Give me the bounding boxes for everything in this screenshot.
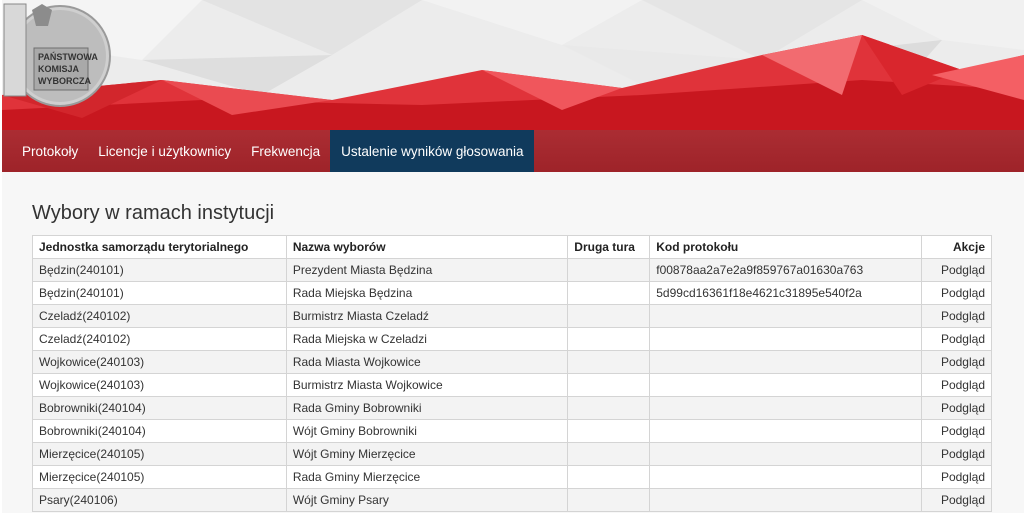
cell-unit: Będzin(240101) bbox=[32, 281, 287, 305]
cell-actions: Podgląd bbox=[921, 304, 992, 328]
preview-link[interactable]: Podgląd bbox=[941, 355, 985, 369]
elections-table: Jednostka samorządu terytorialnego Nazwa… bbox=[32, 235, 992, 512]
cell-election-name: Wójt Gminy Mierzęcice bbox=[285, 442, 569, 466]
preview-link[interactable]: Podgląd bbox=[941, 447, 985, 461]
banner-background bbox=[2, 0, 1024, 130]
cell-election-name: Prezydent Miasta Będzina bbox=[285, 258, 569, 282]
header-unit: Jednostka samorządu terytorialnego bbox=[32, 235, 287, 259]
header-second-round: Druga tura bbox=[567, 235, 651, 259]
table-row: Bobrowniki(240104) Rada Gminy Bobrowniki P… bbox=[32, 396, 992, 420]
cell-unit: Bobrowniki(240104) bbox=[32, 396, 287, 420]
preview-link[interactable]: Podgląd bbox=[941, 401, 985, 415]
cell-protocol-code bbox=[649, 396, 923, 420]
cell-actions: Podgląd bbox=[921, 396, 992, 420]
cell-actions: Podgląd bbox=[921, 373, 992, 397]
cell-election-name: Rada Gminy Bobrowniki bbox=[285, 396, 569, 420]
table-row: Bobrowniki(240104) Wójt Gminy Bobrowniki P… bbox=[32, 419, 992, 443]
table-row: Czeladź(240102) Rada Miejska w Czeladzi Po… bbox=[32, 327, 992, 351]
preview-link[interactable]: Podgląd bbox=[941, 263, 985, 277]
cell-second-round bbox=[567, 396, 651, 420]
table-header-row: Jednostka samorządu terytorialnego Nazwa… bbox=[32, 235, 992, 259]
cell-protocol-code bbox=[649, 327, 923, 351]
cell-protocol-code bbox=[649, 419, 923, 443]
cell-protocol-code: f00878aa2a7e2a9f859767a01630a763 bbox=[649, 258, 923, 282]
table-row: Mierzęcice(240105) Rada Gminy Mierzęcice P… bbox=[32, 465, 992, 489]
logo-text-line-3: WYBORCZA bbox=[38, 76, 91, 86]
cell-protocol-code bbox=[649, 488, 923, 512]
nav-item-turnout[interactable]: Frekwencja bbox=[241, 130, 330, 172]
cell-election-name: Burmistrz Miasta Wojkowice bbox=[285, 373, 569, 397]
cell-second-round bbox=[567, 281, 651, 305]
cell-second-round bbox=[567, 465, 651, 489]
cell-election-name: Rada Miejska w Czeladzi bbox=[285, 327, 569, 351]
cell-second-round bbox=[567, 258, 651, 282]
preview-link[interactable]: Podgląd bbox=[941, 286, 985, 300]
cell-unit: Wojkowice(240103) bbox=[32, 350, 287, 374]
preview-link[interactable]: Podgląd bbox=[941, 309, 985, 323]
main-content: Wybory w ramach instytucji Jednostka sam… bbox=[2, 172, 1024, 512]
cell-protocol-code bbox=[649, 465, 923, 489]
cell-second-round bbox=[567, 373, 651, 397]
cell-unit: Mierzęcice(240105) bbox=[32, 442, 287, 466]
logo-text-line-1: PAŃSTWOWA bbox=[38, 52, 98, 62]
cell-actions: Podgląd bbox=[921, 442, 992, 466]
nav-item-protocols[interactable]: Protokoły bbox=[12, 130, 88, 172]
cell-unit: Będzin(240101) bbox=[32, 258, 287, 282]
cell-second-round bbox=[567, 304, 651, 328]
cell-protocol-code bbox=[649, 442, 923, 466]
cell-unit: Czeladź(240102) bbox=[32, 304, 287, 328]
cell-second-round bbox=[567, 419, 651, 443]
table-row: Czeladź(240102) Burmistrz Miasta Czeladź P… bbox=[32, 304, 992, 328]
table-row: Psary(240106) Wójt Gminy Psary Podgląd bbox=[32, 488, 992, 512]
main-nav: Protokoły Licencje i użytkownicy Frekwen… bbox=[2, 130, 1024, 172]
nav-item-results[interactable]: Ustalenie wyników głosowania bbox=[330, 130, 535, 172]
table-row: Mierzęcice(240105) Wójt Gminy Mierzęcice P… bbox=[32, 442, 992, 466]
preview-link[interactable]: Podgląd bbox=[941, 493, 985, 507]
logo-text-line-2: KOMISJA bbox=[38, 64, 80, 74]
cell-second-round bbox=[567, 442, 651, 466]
cell-second-round bbox=[567, 350, 651, 374]
cell-second-round bbox=[567, 488, 651, 512]
table-row: Będzin(240101) Prezydent Miasta Będzina f0… bbox=[32, 258, 992, 282]
cell-unit: Wojkowice(240103) bbox=[32, 373, 287, 397]
cell-second-round bbox=[567, 327, 651, 351]
preview-link[interactable]: Podgląd bbox=[941, 424, 985, 438]
cell-actions: Podgląd bbox=[921, 488, 992, 512]
cell-election-name: Rada Gminy Mierzęcice bbox=[285, 465, 569, 489]
preview-link[interactable]: Podgląd bbox=[941, 470, 985, 484]
cell-actions: Podgląd bbox=[921, 327, 992, 351]
table-row: Będzin(240101) Rada Miejska Będzina 5d99cd… bbox=[32, 281, 992, 305]
page-title: Wybory w ramach instytucji bbox=[32, 202, 275, 224]
header-actions: Akcje bbox=[921, 235, 992, 259]
cell-protocol-code bbox=[649, 350, 923, 374]
cell-unit: Mierzęcice(240105) bbox=[32, 465, 287, 489]
table-row: Wojkowice(240103) Burmistrz Miasta Wojkow… bbox=[32, 373, 992, 397]
cell-election-name: Rada Miejska Będzina bbox=[285, 281, 569, 305]
cell-actions: Podgląd bbox=[921, 350, 992, 374]
cell-actions: Podgląd bbox=[921, 465, 992, 489]
header-banner: PAŃSTWOWA KOMISJA WYBORCZA bbox=[2, 0, 1024, 130]
page: PAŃSTWOWA KOMISJA WYBORCZA Protokoły Lic… bbox=[2, 0, 1024, 513]
table-row: Wojkowice(240103) Rada Miasta Wojkowice Po… bbox=[32, 350, 992, 374]
cell-unit: Bobrowniki(240104) bbox=[32, 419, 287, 443]
cell-actions: Podgląd bbox=[921, 258, 992, 282]
cell-unit: Psary(240106) bbox=[32, 488, 287, 512]
cell-election-name: Wójt Gminy Bobrowniki bbox=[285, 419, 569, 443]
header-election-name: Nazwa wyborów bbox=[285, 235, 569, 259]
nav-item-licenses-users[interactable]: Licencje i użytkownicy bbox=[88, 130, 241, 172]
pkw-logo-icon: PAŃSTWOWA KOMISJA WYBORCZA bbox=[3, 3, 111, 107]
cell-election-name: Wójt Gminy Psary bbox=[285, 488, 569, 512]
cell-election-name: Rada Miasta Wojkowice bbox=[285, 350, 569, 374]
cell-election-name: Burmistrz Miasta Czeladź bbox=[285, 304, 569, 328]
cell-protocol-code bbox=[649, 304, 923, 328]
cell-actions: Podgląd bbox=[921, 419, 992, 443]
preview-link[interactable]: Podgląd bbox=[941, 378, 985, 392]
header-protocol-code: Kod protokołu bbox=[649, 235, 923, 259]
cell-actions: Podgląd bbox=[921, 281, 992, 305]
cell-unit: Czeladź(240102) bbox=[32, 327, 287, 351]
cell-protocol-code: 5d99cd16361f18e4621c31895e540f2a bbox=[649, 281, 923, 305]
cell-protocol-code bbox=[649, 373, 923, 397]
preview-link[interactable]: Podgląd bbox=[941, 332, 985, 346]
